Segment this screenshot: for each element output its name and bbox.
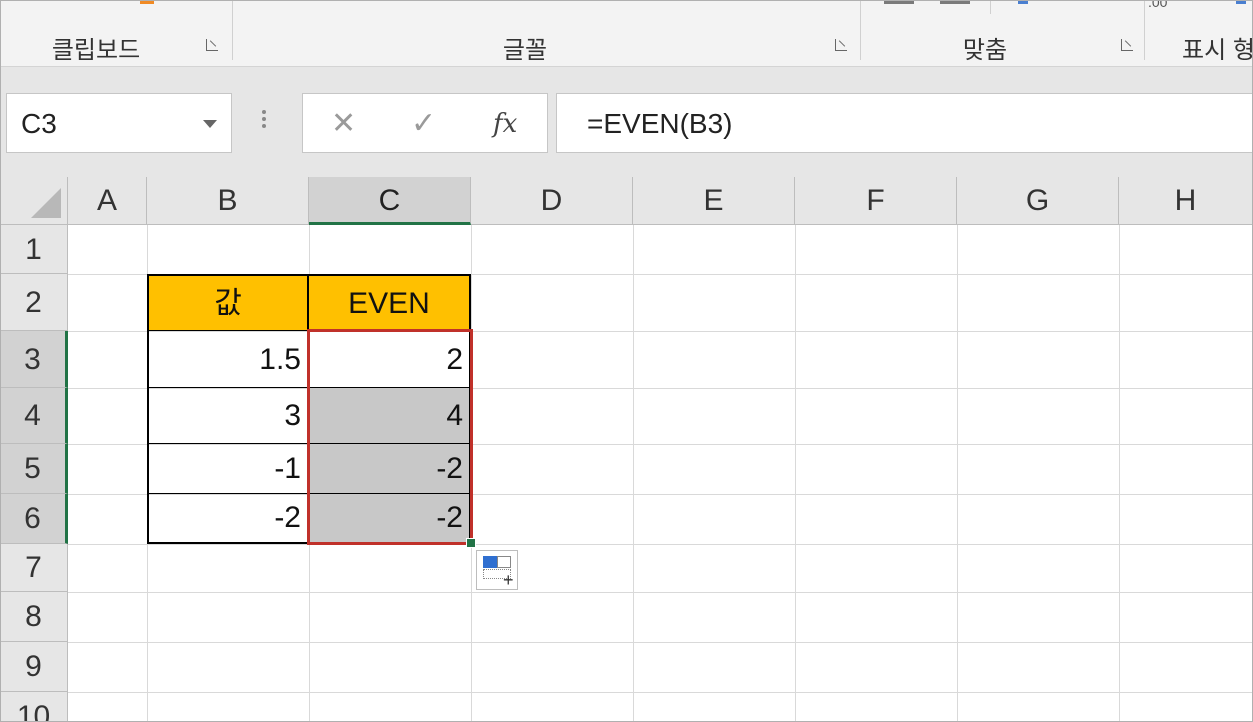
alignment-launcher-icon[interactable] [1120, 38, 1134, 52]
cell-b2-header-value[interactable]: 값 [147, 274, 309, 331]
ribbon-icon-fragment [1236, 0, 1246, 4]
cell-b4[interactable]: 3 [147, 388, 309, 444]
formula-buttons: ✕ ✓ fx [302, 93, 548, 153]
cell-c5[interactable]: -2 [309, 444, 471, 494]
ribbon-icon-fragment [140, 0, 154, 4]
worksheet-grid[interactable]: A B C D E F G H 1 2 3 4 5 6 7 8 9 10 값 E… [0, 177, 1253, 722]
fill-handle[interactable] [466, 538, 476, 548]
insert-function-icon[interactable]: fx [493, 109, 517, 139]
formula-text: =EVEN(B3) [587, 108, 733, 139]
chevron-down-icon[interactable] [203, 120, 217, 128]
cell-b3[interactable]: 1.5 [147, 331, 309, 388]
cancel-icon[interactable]: ✕ [331, 106, 356, 141]
ribbon-icon-fragment [884, 0, 914, 4]
ribbon-group-alignment: 맞춤 [962, 37, 1008, 64]
name-box-value: C3 [21, 108, 57, 139]
ribbon-icon-fragment [940, 0, 970, 4]
cell-c4[interactable]: 4 [309, 388, 471, 444]
ribbon-group-font: 글꼴 [502, 37, 548, 64]
ribbon-separator [232, 0, 233, 60]
quick-analysis-icon[interactable]: + [476, 550, 518, 590]
cell-c3[interactable]: 2 [309, 331, 471, 388]
cell-c6[interactable]: -2 [309, 494, 471, 544]
name-box[interactable]: C3 [6, 93, 232, 153]
font-launcher-icon[interactable] [834, 38, 848, 52]
ribbon-icon-fragment [1018, 0, 1028, 4]
ribbon-group-number: 표시 형 [1182, 37, 1253, 64]
enter-icon[interactable]: ✓ [411, 106, 436, 141]
cell-c2-header-even[interactable]: EVEN [309, 274, 471, 331]
clipboard-launcher-icon[interactable] [205, 38, 219, 52]
formula-bar-area: C3 ✕ ✓ fx =EVEN(B3) [0, 67, 1253, 177]
ribbon: .00 클립보드 글꼴 맞춤 표시 형 [0, 0, 1253, 67]
ribbon-separator [1144, 0, 1145, 60]
ribbon-group-clipboard: 클립보드 [51, 37, 141, 64]
ribbon-separator [860, 0, 861, 60]
ribbon-separator [990, 0, 991, 14]
ribbon-number-format-fragment: .00 [1148, 0, 1168, 10]
cell-b6[interactable]: -2 [147, 494, 309, 544]
cell-b5[interactable]: -1 [147, 444, 309, 494]
formula-input[interactable]: =EVEN(B3) [556, 93, 1253, 153]
resize-handle-icon[interactable] [262, 107, 268, 137]
